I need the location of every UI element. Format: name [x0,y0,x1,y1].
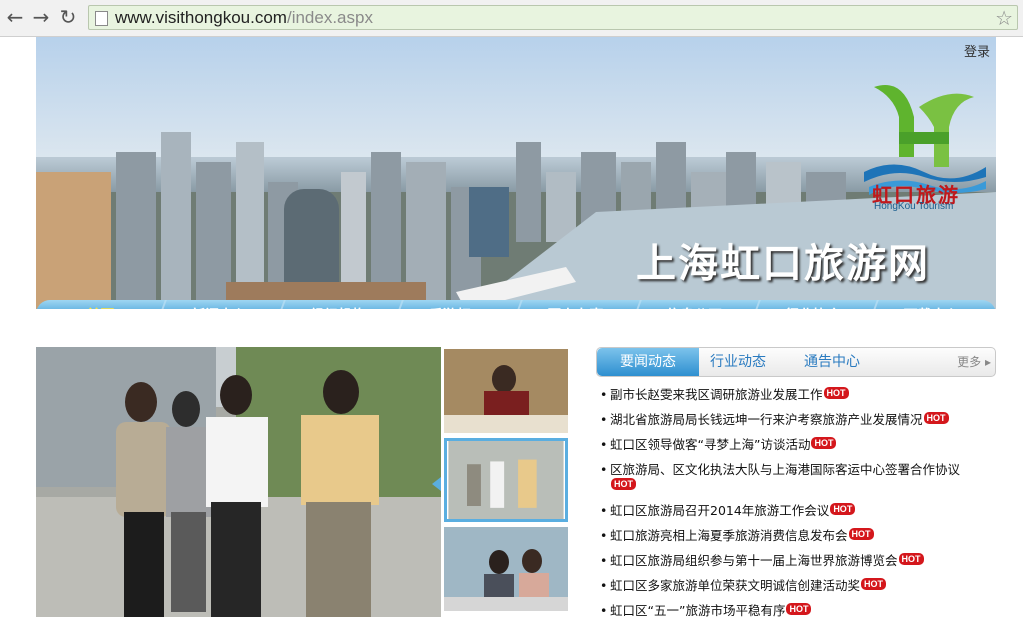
browser-toolbar: ← → ↻ www.visithongkou.com/index.aspx ☆ [0,0,1023,37]
news-title[interactable]: 虹口旅游亮相上海夏季旅游消费信息发布会 [610,528,848,543]
tab-notices[interactable]: 通告中心 [804,348,860,376]
news-title[interactable]: 区旅游局、区文化执法大队与上海港国际客运中心签署合作协议 [610,462,960,477]
chevron-right-icon: ▸ [984,355,991,369]
hot-badge: HOT [786,603,812,615]
banner: 登录 虹口旅游 HongKou Tourism 上海虹口旅游网 首页 新闻中心 … [36,37,996,309]
nav-enjoy-hongkou[interactable]: 乐游虹口 [398,300,515,309]
news-title[interactable]: 虹口区多家旅游单位荣获文明诚信创建活动奖 [610,578,860,593]
more-link[interactable]: 更多 ▸ [957,348,991,376]
hot-badge: HOT [823,387,849,399]
hot-badge: HOT [830,503,856,515]
hot-badge: HOT [611,478,636,490]
site-title: 上海虹口旅游网 [636,240,930,287]
list-item[interactable]: 虹口区领导做客“寻梦上海”访谈活动HOT [598,437,996,453]
news-title[interactable]: 虹口区旅游局召开2014年旅游工作会议 [610,503,829,518]
tab-industry-news[interactable]: 行业动态 [710,348,766,376]
nav-industry-association[interactable]: 行业协会 [755,300,872,309]
hot-badge: HOT [861,578,887,590]
news-title[interactable]: 虹口区旅游局组织参与第十一届上海世界旅游博览会 [610,553,898,568]
thumbnail-pointer-icon [432,477,441,491]
list-item[interactable]: 区旅游局、区文化执法大队与上海港国际客运中心签署合作协议HOT [598,462,996,494]
nav-info-disclosure[interactable]: 信息公开 [636,300,753,309]
list-item[interactable]: 虹口区旅游局召开2014年旅游工作会议HOT [598,503,996,519]
thumbnail-2-selected[interactable] [444,438,568,522]
news-title[interactable]: 虹口区领导做客“寻梦上海”访谈活动 [610,437,810,452]
nav-news-center[interactable]: 新闻中心 [161,300,278,309]
hot-badge: HOT [898,553,924,565]
url-path: /index.aspx [286,8,373,27]
nav-home[interactable]: 首页 [42,300,159,309]
arrow-right-icon[interactable]: → [30,6,52,28]
hot-badge: HOT [848,528,874,540]
star-icon[interactable]: ☆ [995,6,1013,30]
thumbnail-3[interactable] [444,527,568,611]
nav-online-services[interactable]: 网上办事 [517,300,634,309]
logo-english-text: HongKou Tourism [874,201,954,212]
reload-icon[interactable]: ↻ [57,6,79,28]
nav-download-center[interactable]: 下载中心 [873,300,990,309]
photo-thumbnails [442,347,572,617]
news-title[interactable]: 副市长赵雯来我区调研旅游业发展工作 [610,387,823,402]
hot-badge: HOT [923,412,949,424]
thumbnail-1[interactable] [444,349,568,433]
more-link-label: 更多 [957,355,982,369]
list-item[interactable]: 虹口区多家旅游单位荣获文明诚信创建活动奖HOT [598,578,996,594]
list-item[interactable]: 虹口区“五一”旅游市场平稳有序HOT [598,603,996,619]
address-bar[interactable]: www.visithongkou.com/index.aspx ☆ [88,5,1018,30]
news-title[interactable]: 虹口区“五一”旅游市场平稳有序 [610,603,785,618]
news-tabs: 要闻动态 行业动态 通告中心 更多 ▸ [596,347,996,377]
list-item[interactable]: 虹口区旅游局组织参与第十一届上海世界旅游博览会HOT [598,553,996,569]
login-link[interactable]: 登录 [964,41,990,60]
news-title[interactable]: 湖北省旅游局局长钱远坤一行来沪考察旅游产业发展情况 [610,412,923,427]
url-host: www.visithongkou.com [115,8,287,27]
list-item[interactable]: 虹口旅游亮相上海夏季旅游消费信息发布会HOT [598,528,996,544]
hot-badge: HOT [811,437,837,449]
tab-headline-news[interactable]: 要闻动态 [597,348,699,376]
list-item[interactable]: 副市长赵雯来我区调研旅游业发展工作HOT [598,387,996,403]
main-nav: 首页 新闻中心 组织机构 乐游虹口 网上办事 信息公开 行业协会 下载中心 [36,300,996,309]
nav-organization[interactable]: 组织机构 [280,300,397,309]
page-icon [95,11,108,26]
featured-news-photo[interactable] [36,347,441,617]
news-list: 副市长赵雯来我区调研旅游业发展工作HOT 湖北省旅游局局长钱远坤一行来沪考察旅游… [598,387,996,628]
arrow-left-icon[interactable]: ← [4,6,26,28]
list-item[interactable]: 湖北省旅游局局长钱远坤一行来沪考察旅游产业发展情况HOT [598,412,996,428]
